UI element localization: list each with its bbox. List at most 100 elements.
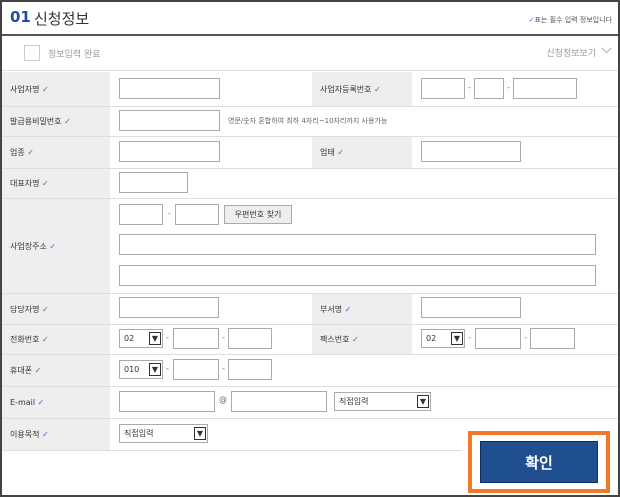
select-value: 직접입력 bbox=[124, 429, 154, 438]
email-id-input[interactable] bbox=[119, 391, 215, 412]
select-value: 02 bbox=[426, 334, 437, 343]
postcode-search-button[interactable]: 우편번호 찾기 bbox=[224, 205, 292, 224]
address-line2-input[interactable] bbox=[119, 265, 596, 286]
business-category-input[interactable] bbox=[421, 141, 521, 162]
confirm-highlight: 확인 bbox=[468, 431, 610, 493]
email-domain-select[interactable]: 직접입력 ▼ bbox=[334, 392, 431, 411]
dash: - bbox=[222, 333, 225, 342]
required-note-text: 표는 필수 입력 정보입니다 bbox=[534, 16, 612, 24]
label-phone: 전화번호 ✓ bbox=[2, 325, 110, 354]
confirm-button[interactable]: 확인 bbox=[480, 441, 598, 483]
fax-part2-input[interactable] bbox=[475, 328, 521, 349]
dash: - bbox=[166, 333, 169, 342]
check-icon: ✓ bbox=[42, 179, 49, 188]
email-at-sign: @ bbox=[219, 395, 227, 404]
chevron-down-icon: ▼ bbox=[149, 363, 161, 376]
row-divider bbox=[2, 450, 462, 451]
label-text: 사업자등록번호 bbox=[320, 84, 372, 94]
department-input[interactable] bbox=[421, 297, 521, 318]
complete-label: 정보입력 완료 bbox=[48, 50, 101, 60]
address-line1-input[interactable] bbox=[119, 234, 596, 255]
select-value: 직접입력 bbox=[339, 397, 369, 406]
chevron-down-icon[interactable]: ⌵ bbox=[601, 41, 612, 57]
section-header: 01 신청정보 ✓표는 필수 입력 정보입니다 bbox=[2, 2, 618, 36]
section-number: 01 bbox=[10, 8, 31, 26]
chevron-down-icon: ▼ bbox=[194, 427, 206, 440]
check-icon: ✓ bbox=[64, 117, 71, 126]
check-icon: ✓ bbox=[344, 304, 352, 314]
issue-password-input[interactable] bbox=[119, 110, 220, 131]
purpose-select[interactable]: 직접입력 ▼ bbox=[119, 424, 208, 443]
dash: - bbox=[468, 333, 471, 342]
check-icon: ✓ bbox=[374, 84, 381, 94]
dash: - bbox=[222, 364, 225, 373]
select-value: 02 bbox=[124, 334, 135, 343]
phone-prefix-select[interactable]: 02 ▼ bbox=[119, 329, 163, 348]
email-domain-input[interactable] bbox=[231, 391, 327, 412]
label-text: 발급용비밀번호 bbox=[10, 117, 62, 126]
reg-no-part2-input[interactable] bbox=[474, 78, 504, 99]
check-icon: ✓ bbox=[42, 84, 49, 94]
reg-no-part3-input[interactable] bbox=[513, 78, 577, 99]
postcode-part1-input[interactable] bbox=[119, 204, 163, 225]
check-icon: ✓ bbox=[34, 366, 42, 375]
label-text: 사업자명 bbox=[10, 84, 40, 94]
fax-prefix-select[interactable]: 02 ▼ bbox=[421, 329, 465, 348]
check-icon: ✓ bbox=[27, 148, 34, 157]
postcode-part2-input[interactable] bbox=[175, 204, 219, 225]
label-issue-password: 발급용비밀번호 ✓ bbox=[2, 107, 110, 136]
required-note: ✓표는 필수 입력 정보입니다 bbox=[529, 15, 612, 25]
ceo-name-input[interactable] bbox=[119, 172, 188, 193]
business-name-input[interactable] bbox=[119, 78, 220, 99]
label-text: 휴대폰 bbox=[10, 366, 33, 375]
select-value: 010 bbox=[124, 365, 140, 374]
chevron-down-icon: ▼ bbox=[451, 332, 463, 345]
label-department: 부서명 ✓ bbox=[312, 294, 412, 324]
label-business-name: 사업자명 ✓ bbox=[2, 72, 110, 106]
dash: - bbox=[468, 83, 471, 92]
section-title: 신청정보 bbox=[34, 10, 90, 28]
complete-checkbox[interactable] bbox=[24, 45, 40, 61]
chevron-down-icon: ▼ bbox=[149, 332, 161, 345]
label-text: 업태 bbox=[320, 148, 335, 157]
manager-name-input[interactable] bbox=[119, 297, 219, 318]
label-text: 부서명 bbox=[320, 304, 343, 314]
mobile-part3-input[interactable] bbox=[228, 359, 272, 380]
label-text: 팩스번호 bbox=[320, 335, 350, 344]
check-icon: ✓ bbox=[42, 430, 49, 439]
check-icon: ✓ bbox=[337, 148, 344, 157]
check-icon: ✓ bbox=[37, 398, 45, 407]
label-fax: 팩스번호 ✓ bbox=[312, 325, 412, 354]
label-text: 업종 bbox=[10, 148, 25, 157]
dash: - bbox=[166, 364, 169, 373]
business-type-input[interactable] bbox=[119, 141, 220, 162]
label-mobile: 휴대폰 ✓ bbox=[2, 355, 110, 386]
label-text: 사업장주소 bbox=[10, 241, 47, 251]
label-email: E-mail ✓ bbox=[2, 387, 110, 418]
dash: - bbox=[168, 209, 171, 218]
chevron-down-icon: ▼ bbox=[417, 395, 429, 408]
label-text: E-mail bbox=[10, 398, 36, 407]
phone-part3-input[interactable] bbox=[228, 328, 272, 349]
dash: - bbox=[507, 83, 510, 92]
label-text: 대표자명 bbox=[10, 179, 40, 188]
application-form: 01 신청정보 ✓표는 필수 입력 정보입니다 정보입력 완료 신청정보보기 ⌵… bbox=[0, 0, 620, 497]
view-toggle-label[interactable]: 신청정보보기 bbox=[546, 46, 596, 59]
fax-part3-input[interactable] bbox=[530, 328, 575, 349]
mobile-part2-input[interactable] bbox=[173, 359, 219, 380]
password-note: 영문/숫자 혼합하여 최하 4자리~10자리까지 사용가능 bbox=[228, 117, 388, 125]
label-purpose: 이용목적 ✓ bbox=[2, 419, 110, 450]
mobile-prefix-select[interactable]: 010 ▼ bbox=[119, 360, 163, 379]
dash: - bbox=[524, 333, 527, 342]
label-business-reg-no: 사업자등록번호 ✓ bbox=[312, 72, 412, 106]
check-icon: ✓ bbox=[352, 335, 359, 344]
phone-part2-input[interactable] bbox=[173, 328, 219, 349]
label-text: 이용목적 bbox=[10, 430, 40, 439]
reg-no-part1-input[interactable] bbox=[421, 78, 465, 99]
label-ceo-name: 대표자명 ✓ bbox=[2, 169, 110, 198]
label-business-type: 업종 ✓ bbox=[2, 137, 110, 168]
label-text: 전화번호 bbox=[10, 335, 40, 344]
check-icon: ✓ bbox=[42, 304, 49, 314]
label-text: 담당자명 bbox=[10, 304, 40, 314]
subheader: 정보입력 완료 신청정보보기 ⌵ bbox=[2, 36, 618, 71]
